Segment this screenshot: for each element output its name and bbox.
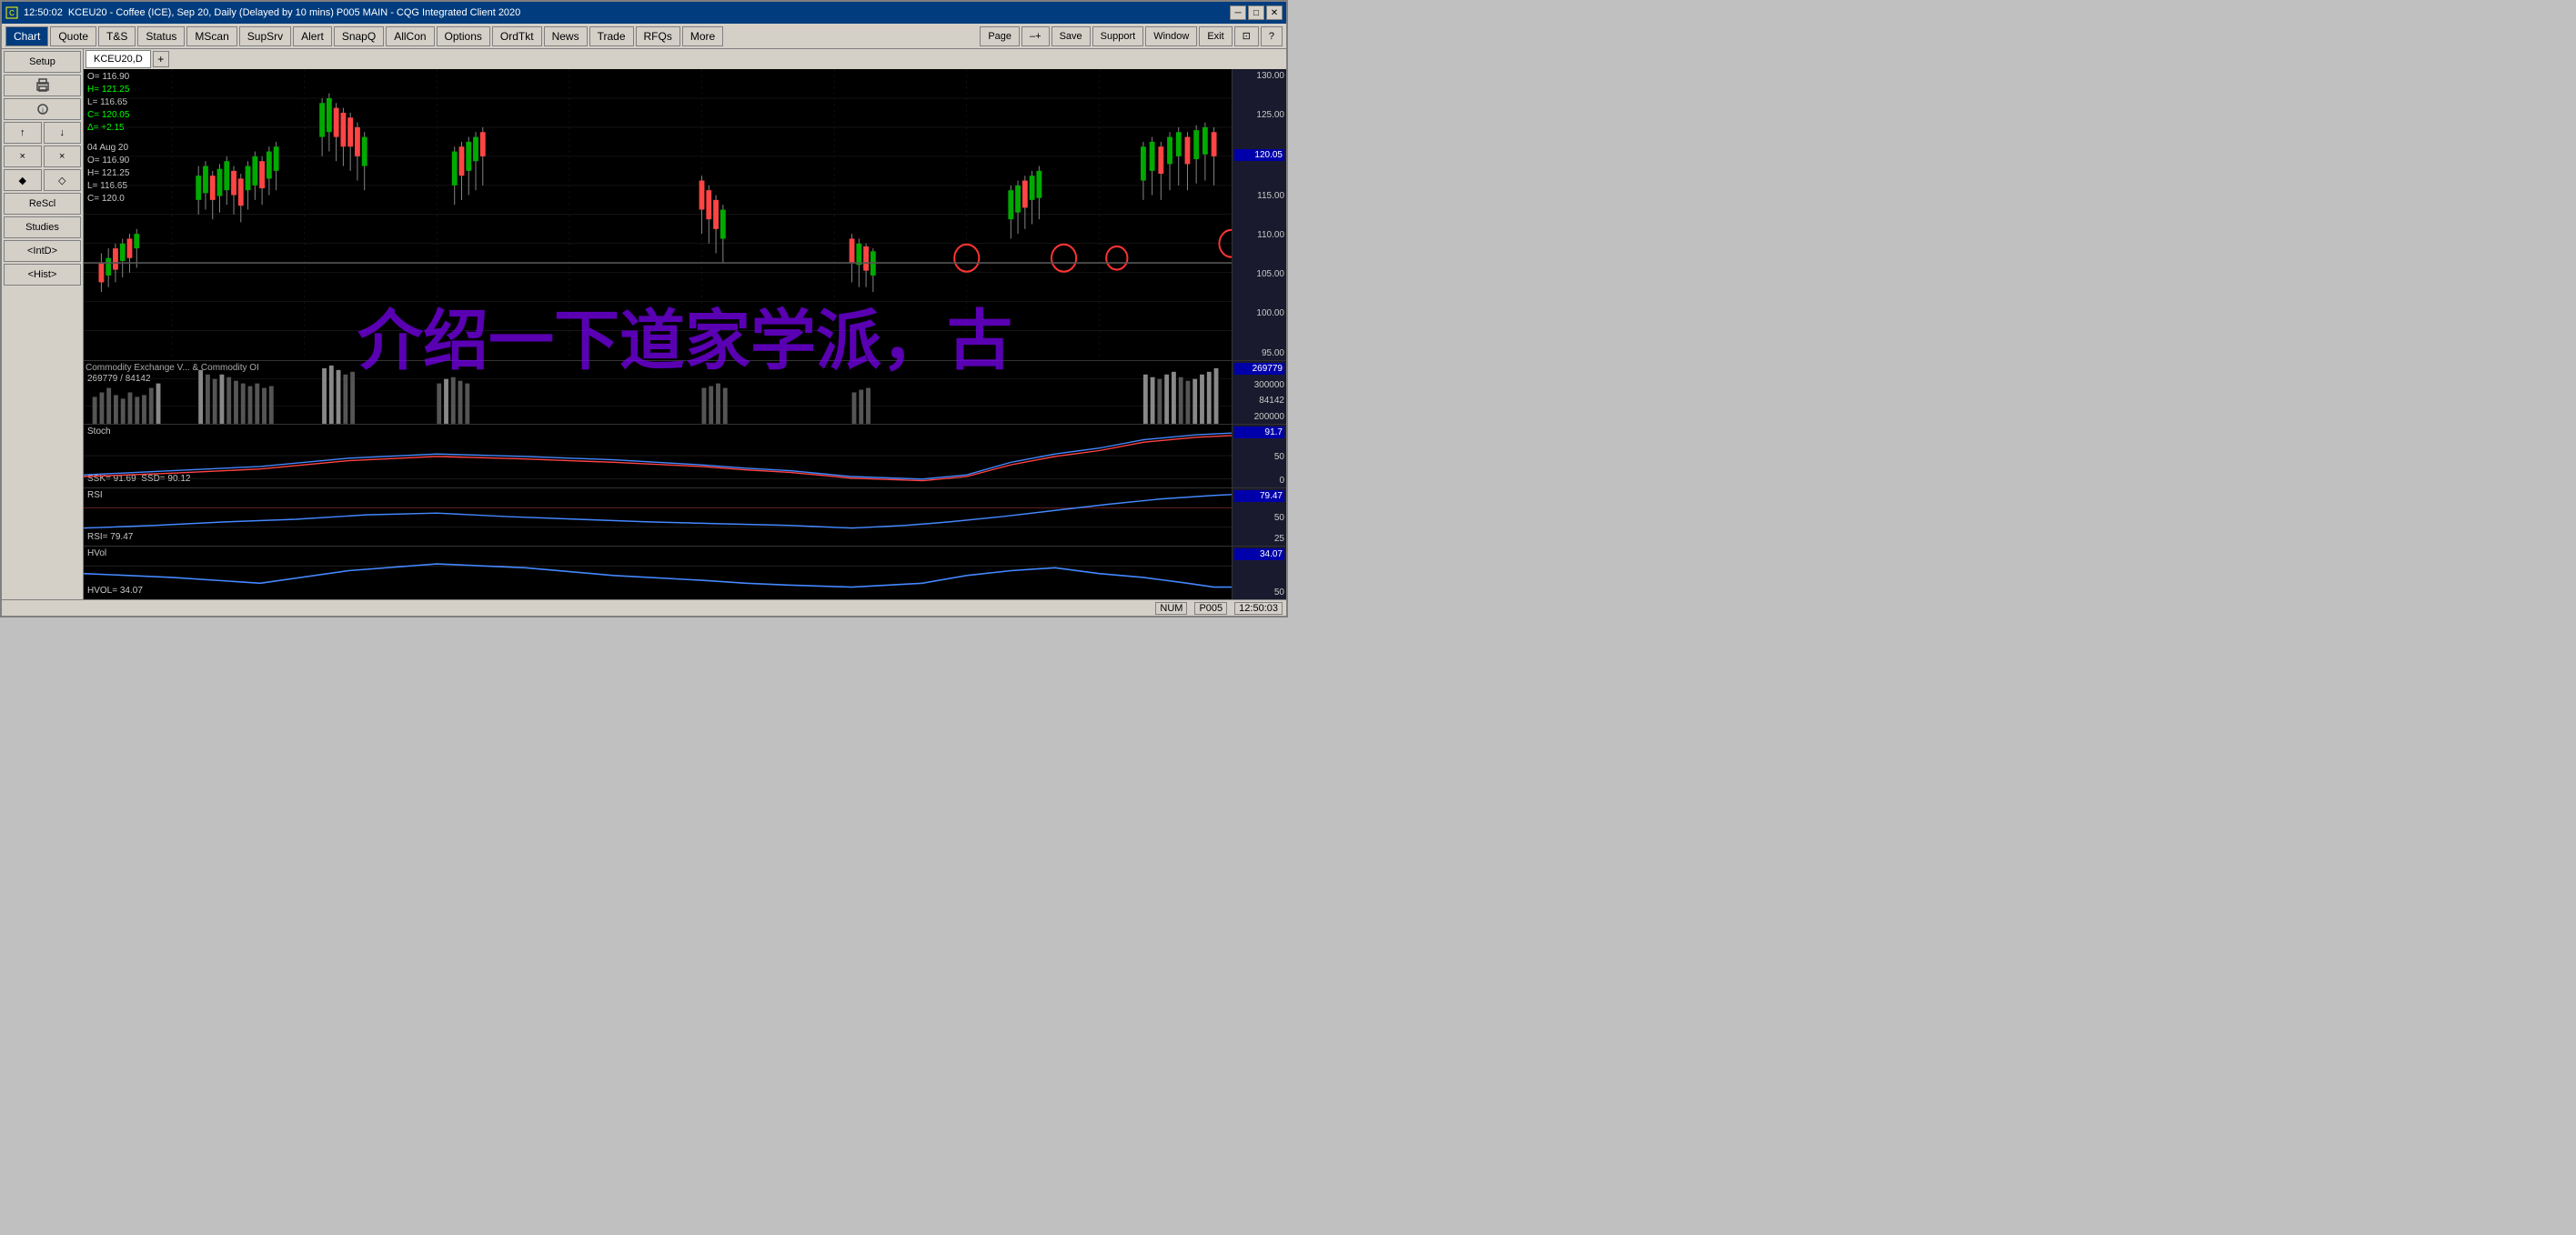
svg-text:i: i [42,106,44,115]
volume-panel: Commodity Exchange V... & Commodity OI 2… [84,361,1286,425]
print-btn[interactable] [4,75,81,96]
stoch-panel: Stoch SSK= 91.69 SSD= 90.12 91. [84,425,1286,488]
price-axis: 130.00 125.00 120.05 115.00 110.00 105.0… [1232,69,1286,360]
menu-ts[interactable]: T&S [98,26,136,46]
rsi-current: 79.47 [1234,490,1284,502]
stoch-0: 0 [1234,476,1284,486]
volume-axis: 269779 300000 84142 200000 [1232,361,1286,424]
title-controls: ─ □ ✕ [1230,5,1283,20]
page-btn[interactable]: Page [980,26,1020,46]
save-btn[interactable]: Save [1052,26,1091,46]
vol-200k: 200000 [1234,412,1284,422]
stoch-current: 91.7 [1234,427,1284,438]
menu-snapq[interactable]: SnapQ [334,26,384,46]
maximize-btn[interactable]: □ [1248,5,1264,20]
stoch-50: 50 [1234,452,1284,462]
menu-allcon[interactable]: AllCon [386,26,434,46]
menu-quote[interactable]: Quote [50,26,96,46]
add-tab-btn[interactable]: + [153,51,169,67]
cross1-btn[interactable]: × [4,146,42,167]
price-svg [84,69,1232,360]
price-100: 100.00 [1234,308,1284,318]
rescl-btn[interactable]: ReScl [4,193,81,215]
menu-trade[interactable]: Trade [589,26,634,46]
page-indicator: P005 [1194,602,1227,615]
exit-btn[interactable]: Exit [1199,26,1232,46]
chart-tab-main[interactable]: KCEU20,D [86,50,151,68]
hvol-svg [84,547,1232,599]
menu-options[interactable]: Options [437,26,490,46]
hvol-axis: 34.07 50 [1232,547,1286,599]
title-symbol: KCEU20 - Coffee (ICE), Sep 20, Daily (De… [68,7,520,18]
price-chart-panel: O= 116.90 H= 121.25 L= 116.65 C= 120.05 … [84,69,1286,361]
screen-btn[interactable]: ⊡ [1234,26,1259,46]
hvol-current: 34.07 [1234,548,1284,560]
chart-tab-bar: KCEU20,D + [84,49,1286,69]
minimize-btn[interactable]: ─ [1230,5,1246,20]
menu-ordtkt[interactable]: OrdTkt [492,26,542,46]
content-area: Setup i ↑ ↓ × × ◆ ◇ ReScl Studies <IntD> [2,49,1286,599]
support-btn[interactable]: Support [1092,26,1144,46]
vol-val1: 269779 [1234,363,1284,375]
nav-btn[interactable]: –+ [1021,26,1050,46]
draw2-btn[interactable]: ◇ [44,169,82,191]
menu-bar: Chart Quote T&S Status MScan SupSrv Aler… [2,24,1286,49]
hvol-panel: HVol HVOL= 34.07 34.07 50 [84,547,1286,599]
menu-rfqs[interactable]: RFQs [636,26,680,46]
setup-btn[interactable]: Setup [4,51,81,73]
vol-300k: 300000 [1234,380,1284,390]
svg-text:C: C [9,9,15,17]
menu-supsrv[interactable]: SupSrv [239,26,291,46]
menu-mscan[interactable]: MScan [186,26,236,46]
price-125: 125.00 [1234,110,1284,120]
rsi-panel: RSI RSI= 79.47 79.47 50 [84,488,1286,547]
status-bar: NUM P005 12:50:03 [2,599,1286,616]
draw1-btn[interactable]: ◆ [4,169,42,191]
price-130: 130.00 [1234,71,1284,81]
title-bar: C 12:50:02 KCEU20 - Coffee (ICE), Sep 20… [2,2,1286,24]
app-icon: C [5,6,18,19]
main-window: C 12:50:02 KCEU20 - Coffee (ICE), Sep 20… [0,0,1288,618]
menu-news[interactable]: News [544,26,588,46]
down-btn[interactable]: ↓ [44,122,82,144]
price-110: 110.00 [1234,230,1284,240]
rsi-axis: 79.47 50 25 [1232,488,1286,546]
close-btn[interactable]: ✕ [1266,5,1283,20]
volume-svg [84,361,1232,424]
hvol-50: 50 [1234,587,1284,597]
icon-row-1: ↑ ↓ [4,122,81,144]
main-chart[interactable]: 介绍一下道家学派，古 O= 116.90 H= 121.25 L= 116.65… [84,69,1286,599]
vol-val2: 84142 [1234,396,1284,406]
price-115: 115.00 [1234,191,1284,201]
time-indicator: 12:50:03 [1234,602,1283,615]
title-text: 12:50:02 [24,7,63,18]
menu-chart[interactable]: Chart [5,26,48,46]
props-btn[interactable]: i [4,98,81,120]
up-btn[interactable]: ↑ [4,122,42,144]
rsi-25: 25 [1234,534,1284,544]
menu-status[interactable]: Status [137,26,185,46]
help-btn[interactable]: ? [1261,26,1283,46]
icon-row-2: × × [4,146,81,167]
menu-right: Page –+ Save Support Window Exit ⊡ ? [980,26,1283,46]
icon-row-3: ◆ ◇ [4,169,81,191]
stoch-svg [84,425,1232,487]
sidebar: Setup i ↑ ↓ × × ◆ ◇ ReScl Studies <IntD> [2,49,84,599]
intd-btn[interactable]: <IntD> [4,240,81,262]
price-105: 105.00 [1234,269,1284,279]
menu-alert[interactable]: Alert [293,26,332,46]
studies-btn[interactable]: Studies [4,216,81,238]
window-btn[interactable]: Window [1145,26,1197,46]
rsi-50: 50 [1234,513,1284,523]
current-price: 120.05 [1234,149,1284,161]
price-95: 95.00 [1234,348,1284,358]
chart-area: KCEU20,D + 介绍一下道家学派，古 O= 116.90 H= 121.2… [84,49,1286,599]
rsi-svg [84,488,1232,546]
num-indicator: NUM [1155,602,1187,615]
hist-btn[interactable]: <Hist> [4,264,81,286]
stoch-axis: 91.7 50 0 [1232,425,1286,487]
title-bar-left: C 12:50:02 KCEU20 - Coffee (ICE), Sep 20… [5,6,520,19]
menu-more[interactable]: More [682,26,723,46]
cross2-btn[interactable]: × [44,146,82,167]
